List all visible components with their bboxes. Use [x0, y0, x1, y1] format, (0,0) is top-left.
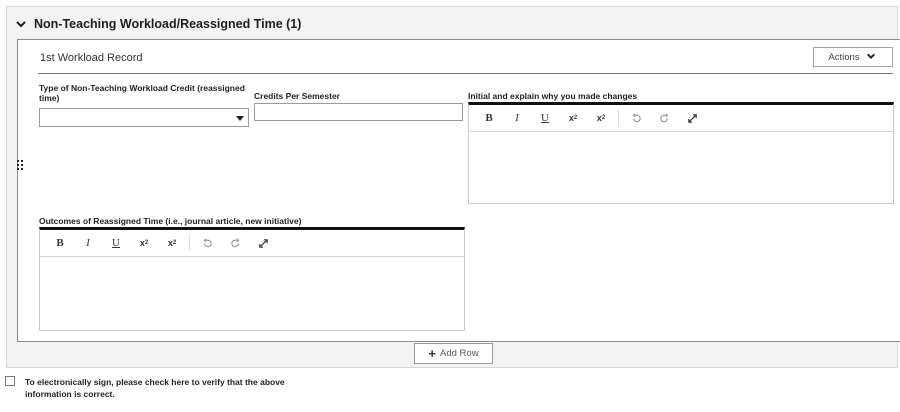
outcomes-label: Outcomes of Reassigned Time (i.e., journ…: [39, 216, 302, 226]
italic-button[interactable]: I: [74, 233, 102, 253]
workload-record: 1st Workload Record Actions Type of Non-…: [17, 39, 900, 342]
credit-type-label: Type of Non-Teaching Workload Credit (re…: [39, 83, 245, 103]
superscript-button[interactable]: x2: [559, 108, 587, 128]
superscript-button[interactable]: x2: [130, 233, 158, 253]
underline-button[interactable]: U: [102, 233, 130, 253]
chevron-down-icon: [866, 51, 878, 63]
redo-icon[interactable]: [221, 233, 249, 253]
plus-icon: +: [428, 345, 437, 361]
record-title: 1st Workload Record: [40, 52, 143, 64]
credits-per-semester-label: Credits Per Semester: [254, 91, 340, 101]
drag-handle-icon[interactable]: [17, 157, 23, 170]
subscript-button[interactable]: x2: [158, 233, 186, 253]
credit-type-select[interactable]: [39, 108, 249, 127]
bold-button[interactable]: B: [46, 233, 74, 253]
section-title: Non-Teaching Workload/Reassigned Time (1…: [34, 17, 302, 31]
undo-icon[interactable]: [193, 233, 221, 253]
caret-down-icon: [236, 116, 244, 121]
toolbar-separator: [189, 235, 190, 251]
bold-button[interactable]: B: [475, 108, 503, 128]
underline-button[interactable]: U: [531, 108, 559, 128]
chevron-down-icon[interactable]: [15, 18, 27, 30]
section-header[interactable]: Non-Teaching Workload/Reassigned Time (1…: [15, 14, 301, 34]
editor-toolbar: B I U x2 x2: [469, 105, 893, 132]
non-teaching-workload-section: Non-Teaching Workload/Reassigned Time (1…: [6, 6, 900, 368]
add-row-label: Add Row: [440, 348, 479, 359]
actions-button[interactable]: Actions: [813, 47, 893, 67]
expand-icon[interactable]: [249, 233, 277, 253]
undo-icon[interactable]: [622, 108, 650, 128]
explain-changes-editor[interactable]: B I U x2 x2: [468, 102, 894, 204]
record-divider: [38, 73, 893, 74]
signature-checkbox[interactable]: [5, 376, 15, 386]
add-row-button[interactable]: + Add Row: [414, 343, 493, 364]
toolbar-separator: [618, 110, 619, 126]
outcomes-editor[interactable]: B I U x2 x2: [39, 227, 465, 331]
italic-button[interactable]: I: [503, 108, 531, 128]
expand-icon[interactable]: [678, 108, 706, 128]
signature-label: To electronically sign, please check her…: [25, 377, 285, 399]
actions-label: Actions: [828, 51, 860, 63]
explain-changes-label: Initial and explain why you made changes: [468, 91, 638, 101]
editor-toolbar: B I U x2 x2: [40, 230, 464, 257]
subscript-button[interactable]: x2: [587, 108, 615, 128]
redo-icon[interactable]: [650, 108, 678, 128]
credits-per-semester-input[interactable]: [254, 103, 463, 121]
